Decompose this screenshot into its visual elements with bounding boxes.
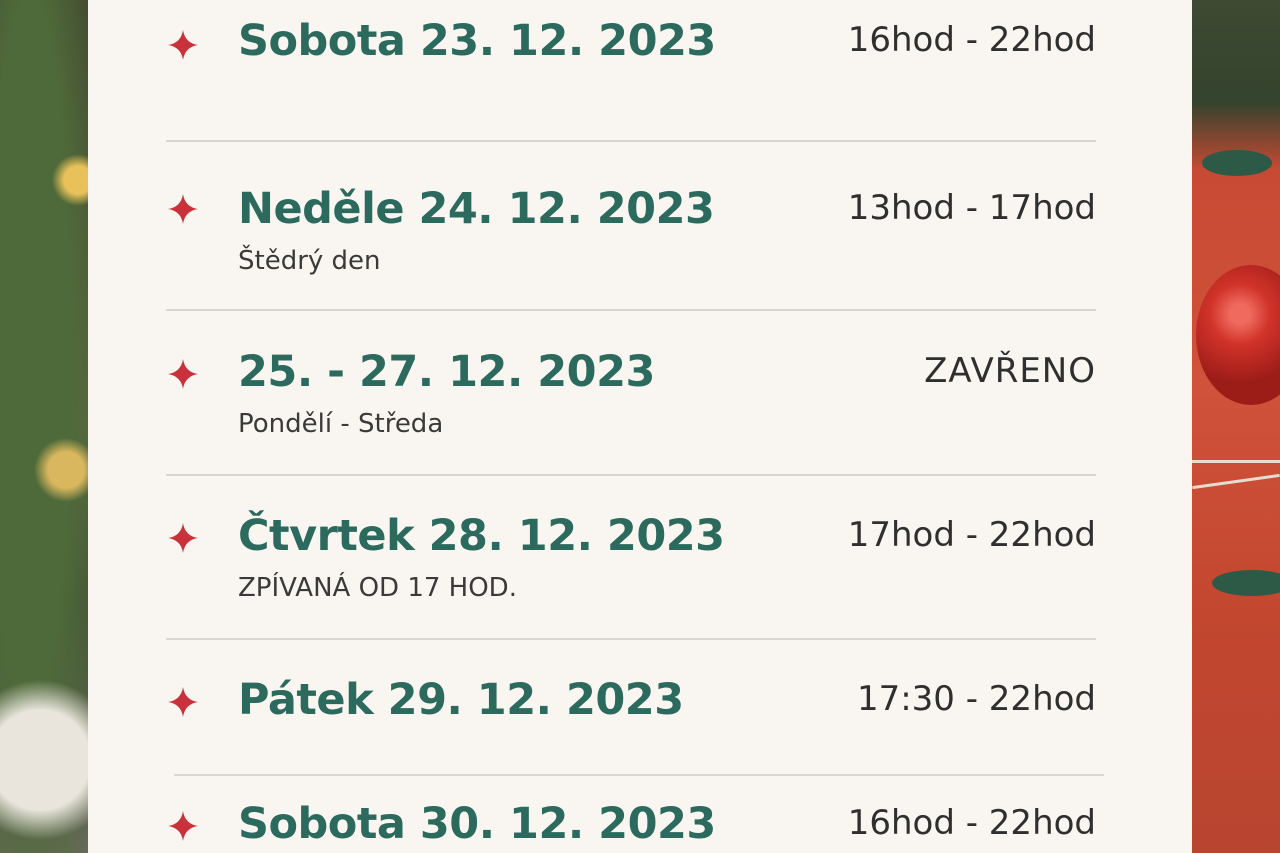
four-point-star-icon [166, 28, 200, 62]
schedule-date: Sobota 23. 12. 2023 [238, 16, 716, 66]
four-point-star-icon [166, 192, 200, 226]
ornament-image [1196, 265, 1280, 405]
background-right-photo [1192, 0, 1280, 853]
schedule-hours: 13hod - 17hod [847, 188, 1096, 228]
schedule-note: Pondělí - Středa [238, 409, 444, 439]
schedule-hours: 17hod - 22hod [847, 515, 1096, 555]
four-point-star-icon [166, 357, 200, 391]
schedule-date: Neděle 24. 12. 2023 [238, 184, 715, 234]
schedule-date: Čtvrtek 28. 12. 2023 [238, 511, 725, 561]
divider [166, 638, 1096, 640]
schedule-note: Štědrý den [238, 246, 381, 276]
schedule-date: Sobota 30. 12. 2023 [238, 799, 716, 849]
divider [174, 774, 1104, 776]
schedule-note: ZPÍVANÁ OD 17 HOD. [238, 573, 517, 603]
schedule-date: 25. - 27. 12. 2023 [238, 347, 655, 397]
schedule-hours: 16hod - 22hod [847, 803, 1096, 843]
schedule-hours: 16hod - 22hod [847, 20, 1096, 60]
background-left-photo [0, 0, 88, 853]
schedule-hours: ZAVŘENO [924, 351, 1096, 391]
divider [166, 474, 1096, 476]
divider [166, 309, 1096, 311]
four-point-star-icon [166, 685, 200, 719]
schedule-hours: 17:30 - 22hod [856, 679, 1096, 719]
four-point-star-icon [166, 809, 200, 843]
four-point-star-icon [166, 521, 200, 555]
divider [166, 140, 1096, 142]
schedule-date: Pátek 29. 12. 2023 [238, 675, 684, 725]
